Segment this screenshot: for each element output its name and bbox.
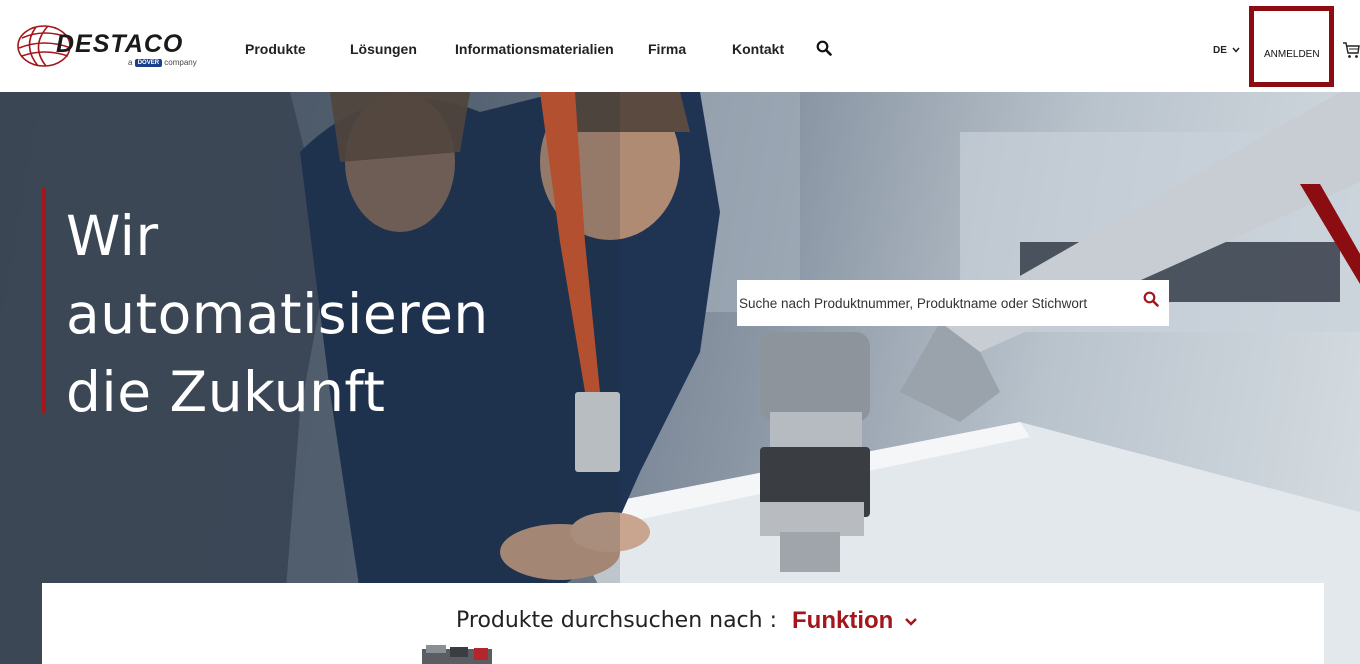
hero-banner: Wir automatisieren die Zukunft bbox=[0, 92, 1360, 664]
language-label: DE bbox=[1213, 45, 1227, 56]
search-icon[interactable] bbox=[816, 40, 832, 56]
logo-wordmark: DESTACO bbox=[56, 30, 184, 58]
product-thumbnail-image bbox=[422, 645, 492, 664]
language-selector[interactable]: DE bbox=[1213, 45, 1240, 56]
chevron-down-icon bbox=[905, 617, 917, 626]
nav-item-kontakt[interactable]: Kontakt bbox=[732, 41, 784, 57]
dover-badge: DOVER bbox=[134, 58, 163, 67]
product-browse-panel: Produkte durchsuchen nach : Funktion bbox=[42, 583, 1324, 664]
browse-by-dropdown[interactable]: Funktion bbox=[792, 607, 918, 635]
login-button[interactable]: ANMELDEN bbox=[1249, 6, 1334, 87]
browse-label: Produkte durchsuchen nach : bbox=[456, 608, 777, 633]
hero-title-line: die Zukunft bbox=[66, 360, 386, 424]
hero-title-line: Wir bbox=[66, 204, 159, 268]
login-label: ANMELDEN bbox=[1264, 49, 1320, 60]
tag-prefix: a bbox=[128, 58, 133, 67]
search-icon[interactable] bbox=[1143, 291, 1159, 307]
tag-suffix: company bbox=[164, 58, 197, 67]
nav-item-informationsmaterialien[interactable]: Informationsmaterialien bbox=[455, 41, 614, 57]
hero-title-line: automatisieren bbox=[66, 282, 489, 346]
product-search-box bbox=[737, 280, 1169, 326]
nav-item-produkte[interactable]: Produkte bbox=[245, 41, 306, 57]
site-header: DESTACO a DOVER company Produkte Lösunge… bbox=[0, 0, 1360, 92]
hero-accent-bar bbox=[42, 187, 46, 413]
browse-selected-value: Funktion bbox=[792, 607, 894, 634]
product-search-input[interactable] bbox=[737, 280, 1129, 326]
hero-title: Wir automatisieren die Zukunft bbox=[66, 197, 546, 431]
annotation-arrow bbox=[1300, 184, 1360, 284]
nav-item-firma[interactable]: Firma bbox=[648, 41, 686, 57]
logo-tagline: a DOVER company bbox=[128, 58, 197, 67]
chevron-down-icon bbox=[1232, 47, 1240, 53]
nav-item-loesungen[interactable]: Lösungen bbox=[350, 41, 417, 57]
cart-icon[interactable] bbox=[1342, 40, 1360, 60]
destaco-logo[interactable]: DESTACO a DOVER company bbox=[16, 24, 206, 72]
